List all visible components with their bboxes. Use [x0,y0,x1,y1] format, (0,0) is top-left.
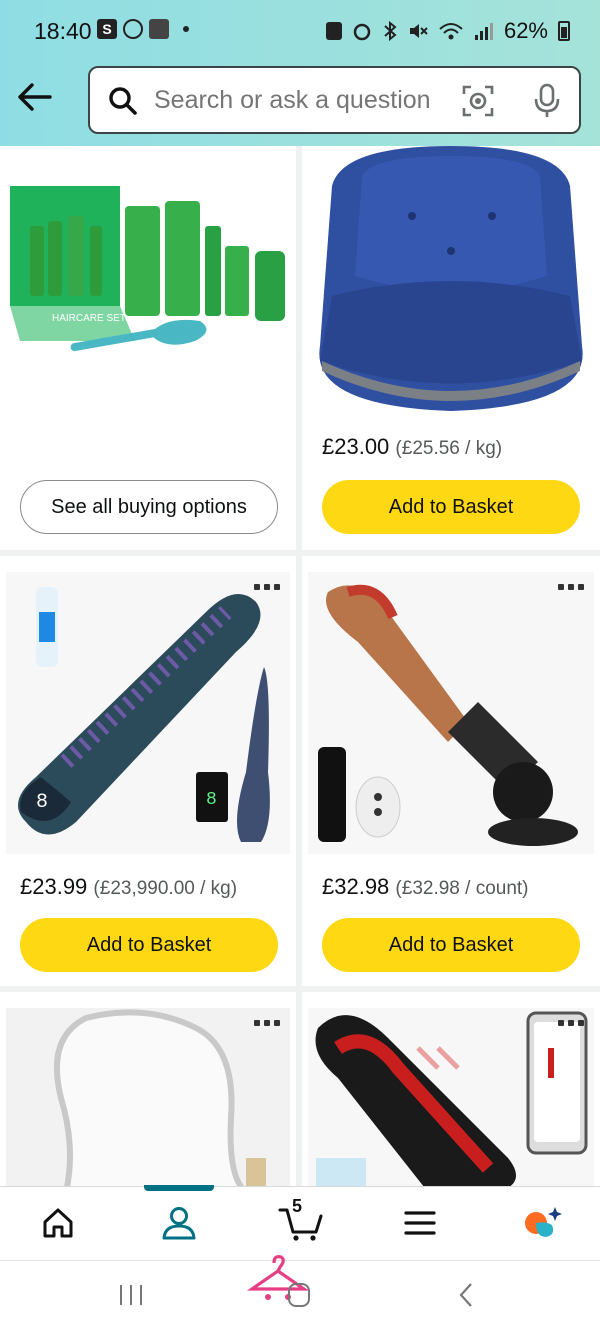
home-button-icon[interactable] [286,1281,312,1309]
search-bar[interactable] [88,66,581,134]
price-text: £23.00 (£25.56 / kg) [322,434,502,460]
product-card[interactable]: HAIRCARE SET See all buying options [0,146,296,550]
more-options-icon[interactable] [558,584,584,590]
sim-icon [325,22,342,40]
search-input[interactable] [154,86,444,115]
bluetooth-icon [384,21,397,41]
signal-icon [474,23,493,40]
back-arrow-icon[interactable] [16,82,52,112]
status-bar: 18:40 S 62% [0,0,600,60]
price-text: £32.98 (£32.98 / count) [322,874,529,900]
mirror-product-image[interactable] [6,1008,290,1192]
unit-price: (£23,990.00 / kg) [93,878,238,899]
s-app-icon: S [97,19,117,39]
unit-price: (£25.56 / kg) [395,438,503,459]
product-card[interactable]: £23.00 (£25.56 / kg) Add to Basket [302,146,600,550]
haircare-set-label: HAIRCARE SET [52,313,126,324]
microphone-icon[interactable] [534,83,560,119]
system-icons: 62% [325,18,570,44]
price: £23.99 [20,874,88,899]
camera-search-icon[interactable] [461,84,495,118]
battery-percent: 62% [503,18,548,43]
thrusting-device-product-image[interactable] [308,572,594,854]
product-grid: HAIRCARE SET See all buying options £23.… [0,146,600,1192]
account-icon[interactable] [157,1201,201,1245]
product-card[interactable] [302,992,600,1192]
seat-cushion-product-image[interactable] [302,146,600,416]
add-to-basket-button[interactable]: Add to Basket [322,480,580,534]
price-text: £23.99 (£23,990.00 / kg) [20,874,237,900]
app-header: 18:40 S 62% [0,0,600,146]
mute-icon [409,24,428,38]
unit-price: (£32.98 / count) [395,878,529,899]
cart-count-badge: 5 [292,1196,303,1216]
more-options-icon[interactable] [558,1020,584,1026]
product-card[interactable]: £32.98 (£32.98 / count) Add to Basket [302,556,600,986]
system-back-icon[interactable] [456,1281,476,1309]
see-all-buying-options-button[interactable]: See all buying options [20,480,278,534]
home-icon[interactable] [36,1201,80,1245]
wifi-icon [439,23,463,40]
search-icon [109,87,137,115]
product-card[interactable]: 8 8 £23.99 (£23,990.00 / kg) Add to Bask… [0,556,296,986]
price: £32.98 [322,874,390,899]
whatsapp-icon [123,19,143,39]
more-options-icon[interactable] [254,1020,280,1026]
status-time: 18:40 [34,18,92,44]
price: £23.00 [322,434,390,459]
recent-apps-icon[interactable] [118,1283,144,1307]
battery-icon [558,21,570,41]
haircare-set-product-image[interactable]: HAIRCARE SET [0,146,296,356]
tentacle-toy-product-image[interactable]: 8 8 [6,572,290,854]
system-nav-bar [0,1255,600,1333]
add-to-basket-button[interactable]: Add to Basket [322,918,580,972]
active-tab-indicator [144,1185,214,1191]
product-card[interactable] [0,992,296,1192]
svg-text:8: 8 [206,790,217,810]
alarm-icon [353,23,371,41]
gallery-icon [149,19,169,39]
red-toy-product-image[interactable] [308,1008,594,1192]
more-notifications-icon [183,26,189,32]
svg-text:8: 8 [36,791,48,814]
menu-icon[interactable] [398,1201,442,1245]
add-to-basket-button[interactable]: Add to Basket [20,918,278,972]
rufus-icon[interactable] [520,1201,564,1245]
more-options-icon[interactable] [254,584,280,590]
notification-icons: S [97,19,189,39]
